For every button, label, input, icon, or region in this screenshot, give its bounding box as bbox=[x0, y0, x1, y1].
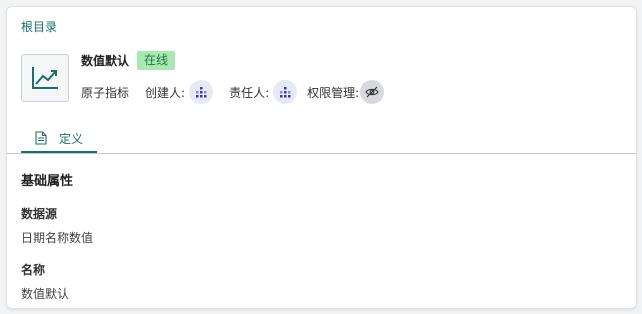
metric-type: 原子指标 bbox=[81, 85, 130, 100]
avatar-icon bbox=[280, 87, 291, 98]
document-icon bbox=[35, 131, 47, 145]
tab-definition[interactable]: 定义 bbox=[21, 123, 97, 153]
owner-avatar[interactable] bbox=[273, 80, 298, 104]
trend-chart-icon bbox=[21, 54, 69, 102]
metric-title: 数值默认 bbox=[81, 54, 130, 68]
field-value-name: 数值默认 bbox=[21, 287, 70, 301]
owner-label: 责任人: bbox=[229, 85, 270, 100]
eye-off-icon bbox=[365, 86, 379, 98]
permission-toggle-button[interactable] bbox=[360, 80, 385, 104]
field-value-datasource: 日期名称数值 bbox=[21, 231, 94, 245]
field-label-datasource: 数据源 bbox=[21, 207, 58, 221]
tab-definition-label: 定义 bbox=[58, 131, 83, 146]
breadcrumb-root[interactable]: 根目录 bbox=[21, 18, 57, 35]
field-label-name: 名称 bbox=[21, 263, 46, 277]
creator-label: 创建人: bbox=[145, 85, 186, 100]
status-badge: 在线 bbox=[137, 51, 176, 70]
creator-field: 创建人: bbox=[145, 80, 214, 104]
creator-avatar[interactable] bbox=[189, 80, 214, 104]
permission-field: 权限管理: bbox=[307, 80, 385, 104]
permission-label: 权限管理: bbox=[307, 85, 360, 100]
owner-field: 责任人: bbox=[229, 80, 298, 104]
metric-detail-card: 根目录 数值默认 在线 原子指标 创建人: 责任人: 权限管理: 定义 基础属性… bbox=[6, 6, 637, 309]
metric-meta-row: 原子指标 创建人: 责任人: 权限管理: bbox=[81, 80, 385, 104]
section-title: 基础属性 bbox=[21, 174, 74, 189]
tab-divider bbox=[7, 153, 636, 154]
avatar-icon bbox=[196, 87, 207, 98]
